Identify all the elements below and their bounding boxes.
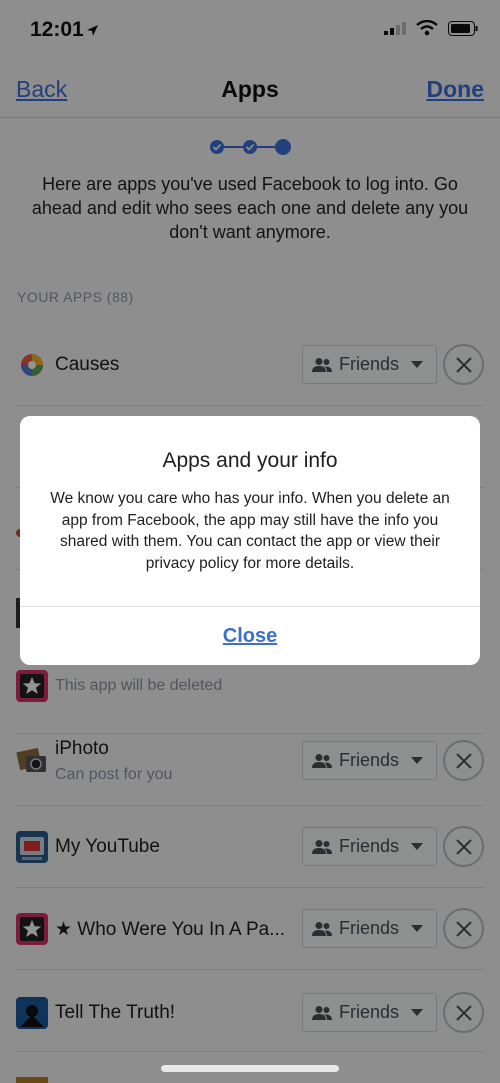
apps-info-dialog: Apps and your info We know you care who … — [20, 416, 480, 665]
close-button[interactable]: Close — [20, 625, 480, 648]
home-indicator[interactable] — [161, 1065, 339, 1072]
dialog-message: We know you care who has your info. When… — [50, 490, 450, 572]
dialog-divider — [20, 606, 480, 607]
dialog-title: Apps and your info — [162, 449, 338, 472]
